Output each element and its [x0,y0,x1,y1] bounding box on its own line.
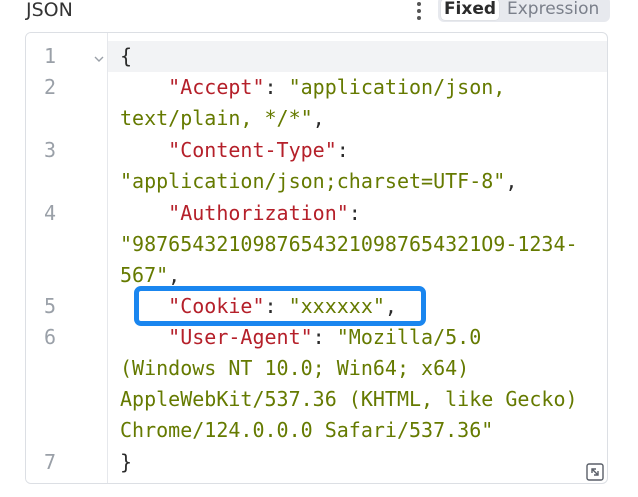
code-line: "98765432109876543210987654321O9-1234- [120,232,578,256]
cookie-highlight-box [134,286,426,326]
chevron-down-icon[interactable] [94,55,104,63]
code-line: "Authorization": [168,201,361,225]
expand-diagonal-icon[interactable] [586,463,604,481]
code-line: AppleWebKit/537.36 (KHTML, like Gecko) [120,387,578,411]
line-number: 1 [43,44,56,68]
line-number: 7 [43,450,56,474]
code-line: "Content-Type": [168,138,349,162]
field-label: JSON [26,0,73,21]
code-line: "Accept": "application/json, [168,75,506,99]
code-line: "application/json;charset=UTF-8", [120,169,518,193]
code-line: } [120,450,133,474]
code-line: text/plain, */*", [120,106,325,130]
json-parameter-panel: JSON Fixed Expression 1 2 3 4 5 6 7 { "A… [0,0,638,497]
code-line: { [120,44,133,68]
line-number: 3 [43,138,56,162]
mode-expression-button[interactable]: Expression [507,0,607,20]
code-line: "User-Agent": "Mozilla/5.0 [168,325,482,349]
vertical-dots-icon[interactable] [414,0,424,22]
line-number: 2 [43,75,56,99]
line-number: 6 [43,325,56,349]
mode-toggle: Fixed Expression [438,0,610,22]
mode-fixed-button[interactable]: Fixed [441,0,499,20]
code-line: (Windows NT 10.0; Win64; x64) [120,356,470,380]
line-number: 5 [43,294,56,318]
json-code-editor[interactable]: 1 2 3 4 5 6 7 { "Accept": "application/j… [25,32,608,484]
line-number: 4 [43,201,56,225]
active-line-highlight [26,41,607,72]
code-line: Chrome/124.0.0.0 Safari/537.36" [120,418,494,442]
